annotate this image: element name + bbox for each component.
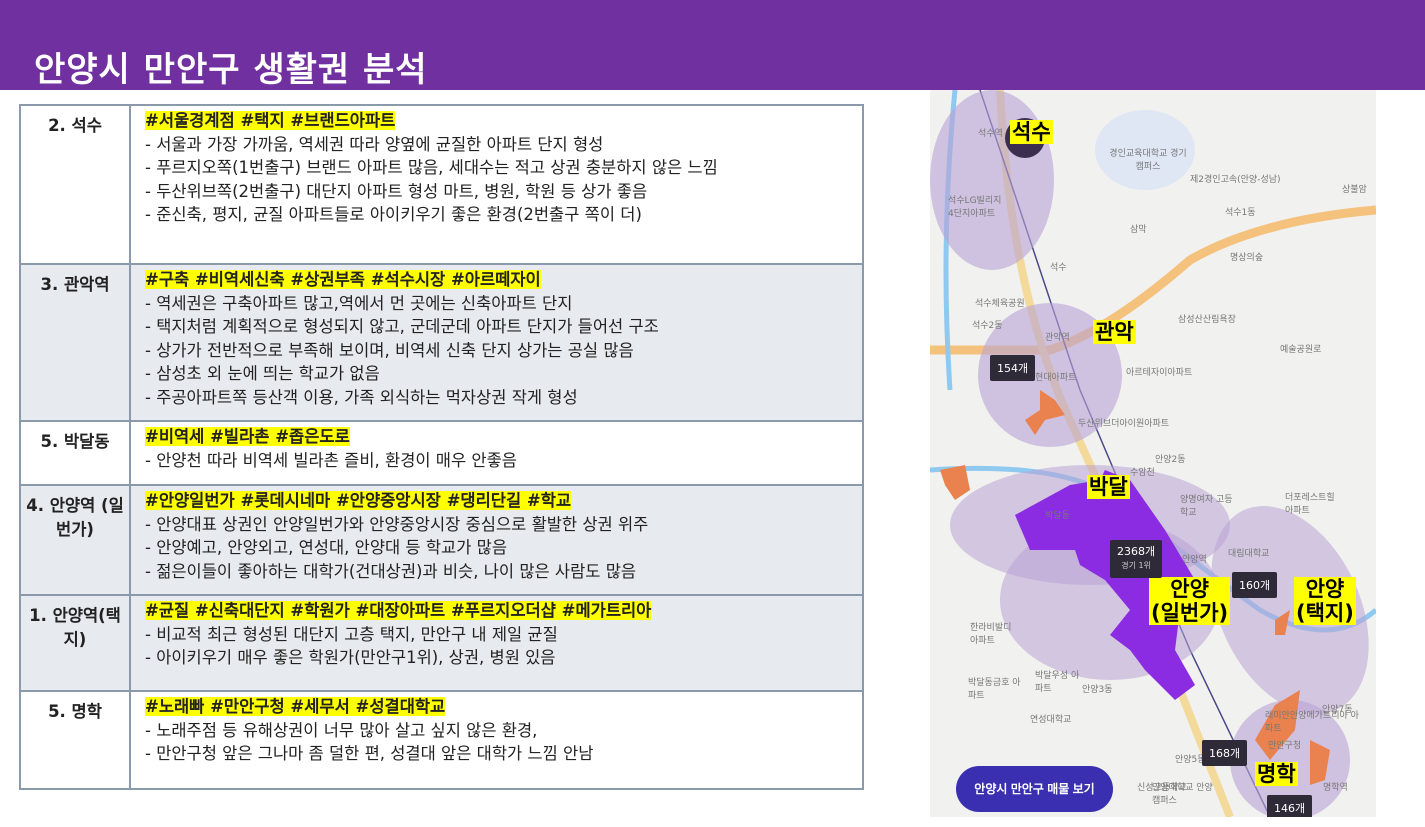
map-place: 한라비발디 아파트	[970, 623, 1012, 646]
map-place: 명학역	[1323, 783, 1348, 793]
listing-count-badge[interactable]: 2368개경기 1위	[1110, 540, 1163, 578]
view-listings-button[interactable]: 안양시 만안구 매물 보기	[956, 766, 1113, 812]
map-place: 석수	[1050, 263, 1067, 273]
table-row: 5. 박달동 #비역세 #빌라촌 #좁은도로 - 안양천 따라 비역세 빌라촌 즐비…	[19, 420, 864, 486]
table-row: 4. 안양역 (일번가) #안양일번가 #롯데시네마 #안양중앙시장 #댕리단길 …	[19, 484, 864, 596]
description-line: - 준신축, 평지, 균질 아파트들로 아이키우기 좋은 환경(2번출구 쪽이 …	[145, 205, 642, 224]
description-line: - 상가가 전반적으로 부족해 보이며, 비역세 신축 단지 상가는 공실 많음	[145, 340, 634, 360]
map-place: 삼성산산림욕장	[1178, 315, 1236, 325]
area-description: #비역세 #빌라촌 #좁은도로 - 안양천 따라 비역세 빌라촌 즐비, 환경이 …	[129, 420, 864, 486]
description-line: - 노래주점 등 유해상권이 너무 많아 살고 싶지 않은 환경,	[145, 720, 538, 740]
table-row: 2. 석수 #서울경계점 #택지 #브랜드아파트 - 서울과 가장 가까움, 역세권…	[19, 104, 864, 265]
hashtags: #서울경계점 #택지 #브랜드아파트	[145, 111, 396, 130]
description-line: - 안양천 따라 비역세 빌라촌 즐비, 환경이 매우 안좋음	[145, 450, 517, 470]
map-place: 석수1동	[1225, 208, 1256, 218]
map-place: 박달동	[1045, 511, 1070, 521]
description-line: - 젊은이들이 좋아하는 대학가(건대상권)과 비슷, 나이 많은 사람도 많음	[145, 561, 637, 581]
map-place: 관악역	[1045, 333, 1070, 343]
description-line: - 만안구청 앞은 그나마 좀 덜한 편, 성결대 앞은 대학가 느낌 안남	[145, 744, 594, 763]
map-place: 안양5동	[1175, 755, 1206, 765]
map-place: 안양3동	[1082, 685, 1113, 695]
area-name: 1. 안양역(택지)	[19, 594, 131, 692]
map-place: 석수LG빌리지 4단지아파트	[948, 196, 1002, 219]
description-line: - 서울과 가장 가까움, 역세권 따라 양옆에 균질한 아파트 단지 형성	[145, 134, 604, 154]
map-place: 대림대학교	[1228, 549, 1270, 559]
area-label-gwanak: 관악	[1093, 320, 1136, 344]
description-line: - 아이키우기 매우 좋은 학원가(만안구1위), 상권, 병원 있음	[145, 648, 556, 667]
listing-count-badge[interactable]: 154개	[990, 355, 1036, 381]
area-description: #균질 #신축대단지 #학원가 #대장아파트 #푸르지오더샵 #메가트리아 - 비…	[129, 594, 864, 692]
listing-count-badge[interactable]: 168개	[1202, 740, 1248, 766]
area-name: 4. 안양역 (일번가)	[19, 484, 131, 596]
area-description: #서울경계점 #택지 #브랜드아파트 - 서울과 가장 가까움, 역세권 따라 양…	[129, 104, 864, 265]
listing-count-badge[interactable]: 160개	[1232, 572, 1278, 598]
hashtags: #안양일번가 #롯데시네마 #안양중앙시장 #댕리단길 #학교	[145, 491, 572, 510]
hashtags: #구축 #비역세신축 #상권부족 #석수시장 #아르떼자이	[145, 270, 541, 289]
description-line: - 주공아파트쪽 등산객 이용, 가족 외식하는 먹자상권 작게 형성	[145, 387, 578, 407]
map-place: 신성고등학교	[1137, 783, 1187, 793]
description-line: - 푸르지오쪽(1번출구) 브랜드 아파트 많음, 세대수는 적고 상권 충분하…	[145, 158, 718, 177]
map-place: 삼막	[1130, 225, 1147, 235]
description-line: - 택지처럼 계획적으로 형성되지 않고, 군데군데 아파트 단지가 들어선 구…	[145, 317, 659, 336]
area-label-anyang-taekji: 안양 (택지)	[1294, 577, 1356, 625]
header-bar: 안양시 만안구 생활권 분석	[0, 0, 1425, 90]
area-label-anyang-ilbeonga: 안양 (일번가)	[1149, 577, 1231, 625]
area-name: 5. 명학	[19, 690, 131, 790]
map-place: 박달우성 아파트	[1035, 671, 1080, 694]
hashtags: #비역세 #빌라촌 #좁은도로	[145, 427, 350, 446]
map-place: 제2경인고속(안양-성남)	[1190, 175, 1281, 185]
area-description: #안양일번가 #롯데시네마 #안양중앙시장 #댕리단길 #학교 - 안양대표 상권…	[129, 484, 864, 596]
table-row: 5. 명학 #노래빠 #만안구청 #세무서 #성결대학교 - 노래주점 등 유해상권…	[19, 690, 864, 790]
area-label-myeonghak: 명학	[1255, 762, 1298, 786]
area-circle-seoksu	[930, 90, 1054, 270]
description-line: - 두산위브쪽(2번출구) 대단지 아파트 형성 마트, 병원, 학원 등 상가…	[145, 181, 648, 201]
listing-count-badge[interactable]: 146개	[1267, 795, 1313, 817]
map-place: 두산위브더아이원아파트	[1078, 419, 1170, 429]
hashtags: #균질 #신축대단지 #학원가 #대장아파트 #푸르지오더샵 #메가트리아	[145, 601, 652, 620]
map-panel[interactable]: 석수역 경인교육대학교 경기캠퍼스 제2경인고속(안양-성남) 석수1동 석수L…	[930, 90, 1376, 817]
map-place: 예술공원로	[1280, 345, 1322, 355]
count-value: 2368개	[1117, 545, 1156, 558]
map-place: 석수체육공원	[975, 299, 1025, 309]
map-place: 경인교육대학교 경기캠퍼스	[1109, 149, 1187, 172]
description-line: - 안양대표 상권인 안양일번가와 안양중앙시장 중심으로 활발한 상권 위주	[145, 514, 649, 534]
map-place: 안양7동	[1322, 705, 1353, 715]
area-label-bakdal: 박달	[1087, 475, 1130, 499]
table-row: 3. 관악역 #구축 #비역세신축 #상권부족 #석수시장 #아르떼자이 - 역세…	[19, 263, 864, 422]
page-title: 안양시 만안구 생활권 분석	[34, 50, 428, 90]
map-place: 아르테자이아파트	[1126, 368, 1193, 378]
map-place: 현대아파트	[1035, 373, 1077, 383]
rank-text: 경기 1위	[1121, 561, 1151, 570]
map-place: 연성대학교	[1030, 715, 1072, 725]
map-place: 양명여자 고등학교	[1180, 495, 1233, 518]
description-line: - 비교적 최근 형성된 대단지 고층 택지, 만안구 내 제일 균질	[145, 624, 558, 644]
description-line: - 역세권은 구축아파트 많고,역에서 먼 곳에는 신축아파트 단지	[145, 293, 573, 313]
map-place: 안양2동	[1155, 455, 1186, 465]
description-line: - 안양예고, 안양외고, 연성대, 안양대 등 학교가 많음	[145, 538, 508, 557]
area-name: 2. 석수	[19, 104, 131, 265]
region-orange	[940, 465, 970, 500]
map-place: 만안구청	[1268, 741, 1302, 751]
map-place: 석수2동	[972, 321, 1003, 331]
map-place: 안양역	[1182, 555, 1207, 565]
area-name: 5. 박달동	[19, 420, 131, 486]
area-label-seoksu: 석수	[1010, 120, 1053, 144]
table-row: 1. 안양역(택지) #균질 #신축대단지 #학원가 #대장아파트 #푸르지오더샵…	[19, 594, 864, 692]
hashtags: #노래빠 #만안구청 #세무서 #성결대학교	[145, 697, 446, 716]
description-line: - 삼성초 외 눈에 띄는 학교가 없음	[145, 364, 380, 383]
area-description: #노래빠 #만안구청 #세무서 #성결대학교 - 노래주점 등 유해상권이 너무 …	[129, 690, 864, 790]
area-description: #구축 #비역세신축 #상권부족 #석수시장 #아르떼자이 - 역세권은 구축아파…	[129, 263, 864, 422]
map-place: 수암천	[1130, 468, 1155, 478]
map-place: 더포레스트힐 아파트	[1285, 493, 1335, 516]
area-analysis-table: 2. 석수 #서울경계점 #택지 #브랜드아파트 - 서울과 가장 가까움, 역세권…	[19, 104, 864, 790]
area-name: 3. 관악역	[19, 263, 131, 422]
map-place: 명상의숲	[1230, 253, 1264, 263]
map-place: 박달동금호 아파트	[968, 678, 1021, 701]
map-place: 석수역	[978, 129, 1003, 139]
map-place: 상불암	[1342, 185, 1367, 195]
